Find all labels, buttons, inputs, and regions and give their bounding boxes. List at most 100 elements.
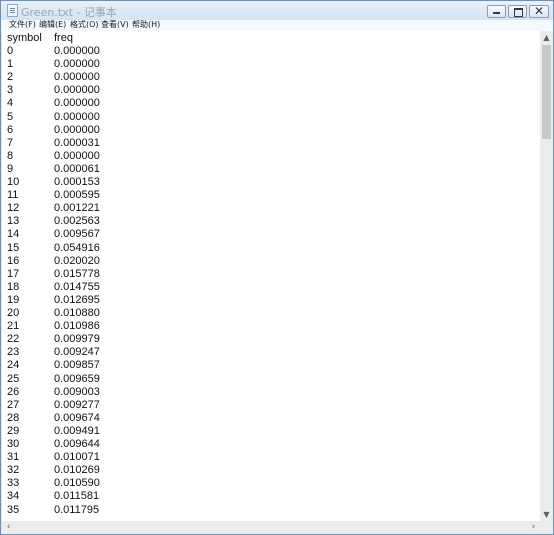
- text-line: 25 0.009659: [7, 373, 100, 386]
- text-line: 0 0.000000: [7, 45, 100, 58]
- text-line: 10 0.000153: [7, 176, 100, 189]
- scroll-left-arrow-icon[interactable]: ‹: [2, 521, 15, 534]
- close-button[interactable]: ✕: [529, 4, 549, 18]
- text-line: 1 0.000000: [7, 58, 100, 71]
- freq-value: 0.014755: [54, 280, 100, 293]
- symbol-value: 20: [7, 307, 20, 319]
- horizontal-scrollbar[interactable]: ‹ ›: [2, 521, 540, 534]
- symbol-value: 8: [7, 149, 14, 162]
- symbol-value: 23: [7, 346, 20, 359]
- text-editor-area[interactable]: symbol freq 0 0.000000 1 0.000000 2 0.000000 3 0…: [2, 31, 540, 521]
- scroll-down-arrow-icon[interactable]: ▼: [540, 508, 553, 521]
- freq-value: 0.000000: [54, 149, 100, 162]
- freq-value: 0.000000: [54, 84, 100, 97]
- symbol-value: 26: [7, 385, 20, 398]
- text-line: 13 0.002563: [7, 215, 100, 228]
- freq-value: 0.009277: [54, 398, 100, 411]
- text-line: 22 0.009979: [7, 333, 100, 346]
- text-line: 14 0.009567: [7, 228, 100, 241]
- symbol-value: 0: [7, 45, 14, 57]
- freq-value: 0.000000: [54, 58, 100, 71]
- symbol-value: 34: [7, 490, 20, 503]
- symbol-value: 15: [7, 241, 20, 254]
- freq-value: 0.010269: [54, 464, 100, 477]
- symbol-value: 4: [7, 97, 14, 110]
- freq-value: 0.009674: [54, 411, 100, 424]
- freq-value: 0.015778: [54, 267, 100, 280]
- title-bar[interactable]: Green.txt - 记事本 ✕: [1, 1, 553, 20]
- menu-view[interactable]: 查看(V): [101, 20, 129, 30]
- maximize-button[interactable]: [508, 5, 527, 18]
- notepad-window: Green.txt - 记事本 ✕ 文件(F) 编辑(E) 格式(O) 查看(V…: [0, 0, 554, 535]
- symbol-value: 31: [7, 451, 20, 464]
- text-line: 8 0.000000: [7, 150, 100, 163]
- minimize-button[interactable]: [487, 5, 506, 18]
- menu-format[interactable]: 格式(O): [70, 20, 99, 30]
- freq-value: 0.000000: [54, 123, 100, 136]
- text-line: 24 0.009857: [7, 359, 100, 372]
- text-line: 18 0.014755: [7, 281, 100, 294]
- freq-value: 0.000000: [54, 97, 100, 110]
- symbol-value: 32: [7, 464, 20, 477]
- symbol-value: 24: [7, 359, 20, 372]
- text-line: 12 0.001221: [7, 202, 100, 215]
- freq-value: 0.054916: [54, 241, 100, 254]
- header-freq: freq: [54, 32, 73, 44]
- symbol-value: 12: [7, 202, 20, 215]
- text-line: 23 0.009247: [7, 346, 100, 359]
- menu-help[interactable]: 帮助(H): [132, 20, 160, 30]
- symbol-value: 35: [7, 503, 20, 516]
- symbol-value: 2: [7, 71, 14, 84]
- freq-value: 0.011581: [54, 490, 100, 503]
- text-line: 5 0.000000: [7, 111, 100, 124]
- close-icon: ✕: [533, 4, 545, 18]
- freq-value: 0.000000: [54, 110, 100, 123]
- freq-value: 0.000000: [54, 45, 100, 57]
- vertical-scrollbar[interactable]: ▲ ▼: [540, 31, 553, 521]
- freq-value: 0.020020: [54, 254, 100, 267]
- symbol-value: 27: [7, 398, 20, 411]
- symbol-value: 25: [7, 372, 20, 385]
- text-line: 3 0.000000: [7, 84, 100, 97]
- symbol-value: 14: [7, 228, 20, 241]
- vertical-scroll-thumb[interactable]: [542, 45, 551, 139]
- text-line: 33 0.010590: [7, 477, 100, 490]
- symbol-value: 19: [7, 293, 20, 306]
- scrollbar-corner: [540, 521, 553, 534]
- freq-value: 0.000031: [54, 136, 100, 149]
- freq-value: 0.002563: [54, 215, 100, 228]
- menu-file[interactable]: 文件(F): [9, 20, 36, 30]
- freq-value: 0.009247: [54, 346, 100, 359]
- scroll-right-arrow-icon[interactable]: ›: [527, 521, 540, 534]
- menu-edit[interactable]: 编辑(E): [39, 20, 66, 30]
- freq-value: 0.009567: [54, 228, 100, 241]
- text-line: 9 0.000061: [7, 163, 100, 176]
- symbol-value: 11: [7, 189, 19, 202]
- freq-value: 0.010986: [54, 320, 100, 333]
- text-line: 35 0.011795: [7, 504, 99, 517]
- symbol-value: 16: [7, 254, 20, 267]
- text-line: 34 0.011581: [7, 490, 99, 503]
- freq-value: 0.010880: [54, 307, 100, 319]
- symbol-value: 29: [7, 424, 20, 437]
- text-line: 30 0.009644: [7, 438, 100, 451]
- text-line: 6 0.000000: [7, 124, 100, 137]
- text-line: 21 0.010986: [7, 320, 100, 333]
- symbol-value: 9: [7, 162, 14, 175]
- symbol-value: 28: [7, 411, 20, 424]
- text-line: 27 0.009277: [7, 399, 100, 412]
- freq-value: 0.009003: [54, 385, 100, 398]
- text-line: 7 0.000031: [7, 137, 100, 150]
- text-line: 17 0.015778: [7, 268, 100, 281]
- symbol-value: 10: [7, 176, 20, 188]
- symbol-value: 22: [7, 333, 20, 346]
- text-line: 32 0.010269: [7, 464, 100, 477]
- header-symbol: symbol: [7, 32, 42, 44]
- scroll-up-arrow-icon[interactable]: ▲: [540, 31, 553, 44]
- notepad-app-icon[interactable]: [7, 4, 18, 17]
- symbol-value: 1: [7, 58, 14, 71]
- window-title: Green.txt - 记事本: [21, 6, 117, 19]
- text-line: 4 0.000000: [7, 97, 100, 110]
- freq-value: 0.010590: [54, 477, 100, 490]
- header-line: symbol freq: [7, 32, 73, 45]
